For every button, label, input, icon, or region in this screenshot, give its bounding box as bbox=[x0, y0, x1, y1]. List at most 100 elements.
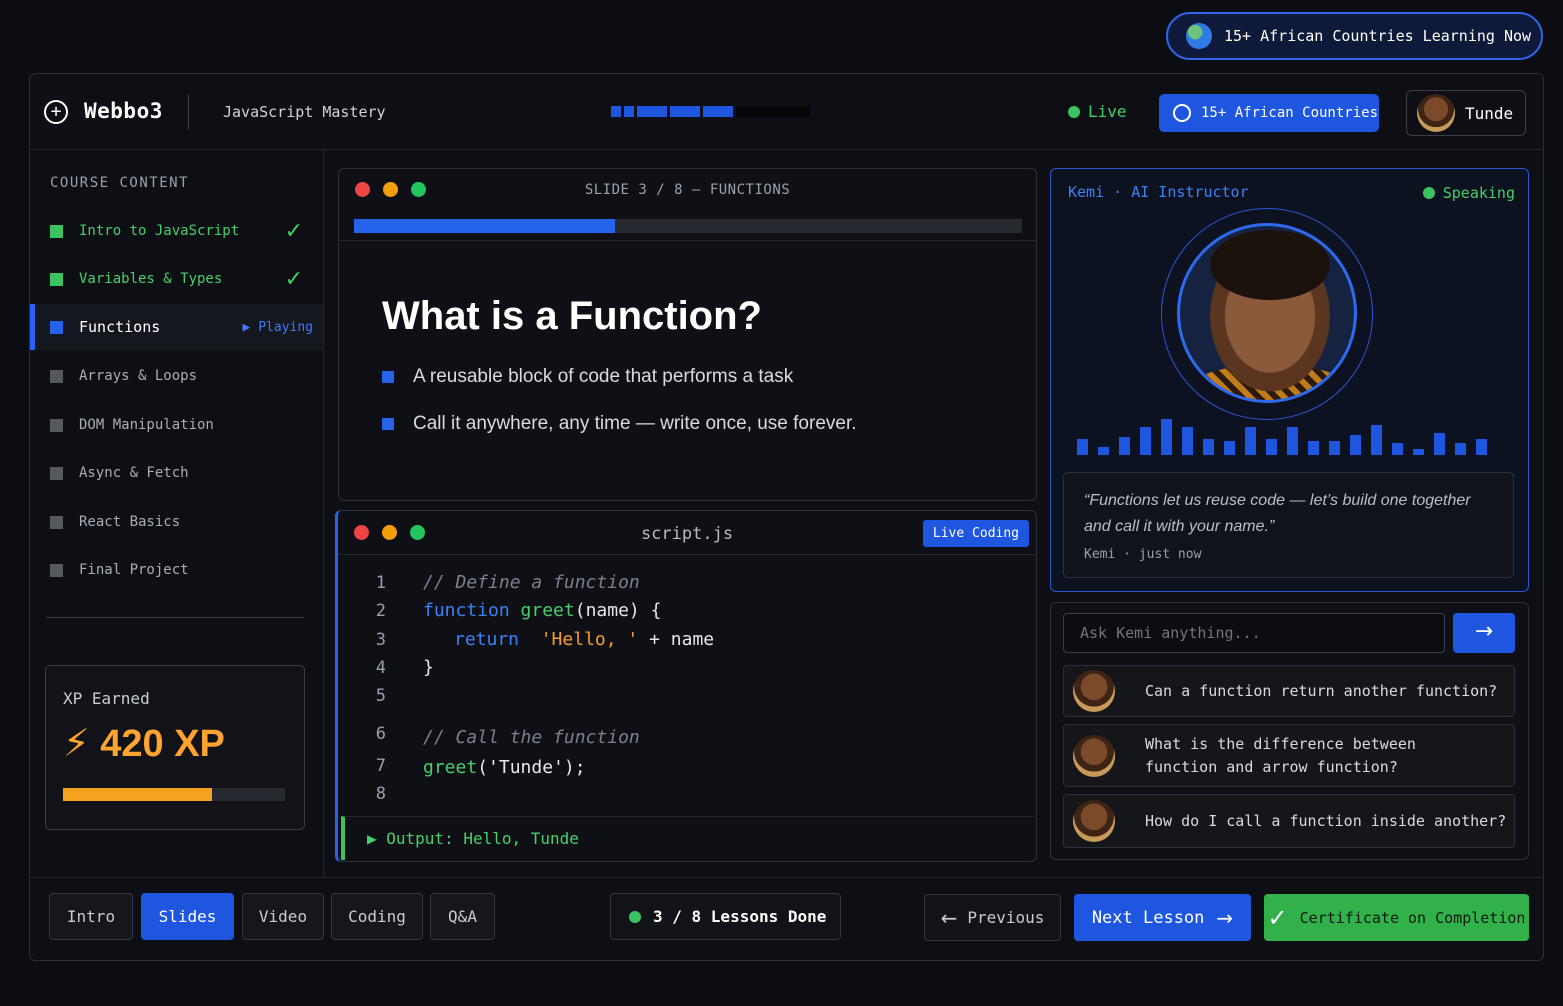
tab-slides[interactable]: Slides bbox=[141, 893, 234, 940]
countries-button-label: 15+ African Countries bbox=[1201, 105, 1379, 121]
sidebar-divider bbox=[46, 617, 304, 618]
suggested-question[interactable]: How do I call a function inside another? bbox=[1063, 794, 1515, 848]
status-dot-icon bbox=[629, 910, 641, 923]
code-line: greet('Tunde'); bbox=[423, 757, 586, 778]
sidebar-item-arrays[interactable]: Arrays & Loops bbox=[30, 353, 323, 399]
sidebar-heading: COURSE CONTENT bbox=[50, 175, 190, 191]
lesson-label: React Basics bbox=[79, 514, 181, 530]
waveform-bar bbox=[1077, 439, 1088, 455]
waveform-bar bbox=[1119, 437, 1130, 455]
countries-learning-label: 15+ African Countries Learning Now bbox=[1224, 27, 1532, 45]
output-text: ▶ Output: Hello, Tunde bbox=[367, 829, 579, 848]
tab-qa[interactable]: Q&A bbox=[430, 893, 495, 940]
code-comment: // Call the function bbox=[423, 727, 640, 748]
question-text: What is the difference between function … bbox=[1145, 734, 1416, 776]
countries-button[interactable]: 15+ African Countries bbox=[1159, 94, 1379, 132]
sidebar-item-intro[interactable]: Intro to JavaScript ✓ bbox=[30, 208, 323, 254]
waveform-bar bbox=[1350, 435, 1361, 455]
question-text: How do I call a function inside another? bbox=[1145, 812, 1507, 830]
lesson-status-square bbox=[50, 563, 63, 577]
checkmark-icon: ✓ bbox=[284, 266, 303, 292]
next-lesson-button[interactable]: Next Lesson → bbox=[1074, 894, 1251, 941]
asker-avatar bbox=[1073, 670, 1115, 712]
line-number: 3 bbox=[375, 630, 386, 650]
quote-meta: Kemi · just now bbox=[1084, 547, 1202, 562]
live-indicator: Live bbox=[1068, 102, 1127, 121]
line-number: 4 bbox=[375, 658, 386, 678]
code-comment: // Define a function bbox=[423, 572, 640, 593]
tab-coding[interactable]: Coding bbox=[331, 893, 423, 940]
user-name: Tunde bbox=[1465, 103, 1514, 123]
checkmark-icon: ✓ bbox=[284, 218, 303, 244]
lesson-status-square bbox=[50, 466, 63, 480]
tab-video[interactable]: Video bbox=[242, 893, 324, 940]
line-number: 6 bbox=[375, 724, 386, 744]
sidebar-item-final[interactable]: Final Project bbox=[30, 547, 323, 593]
brand-name: Webbo3 bbox=[84, 99, 163, 123]
waveform-bar bbox=[1308, 441, 1319, 455]
slide-bullet: A reusable block of code that performs a… bbox=[382, 366, 793, 388]
user-menu-button[interactable]: Tunde bbox=[1406, 90, 1526, 136]
waveform-bar bbox=[1266, 439, 1277, 455]
suggested-question[interactable]: What is the difference between function … bbox=[1063, 724, 1515, 787]
lesson-label: Variables & Types bbox=[79, 271, 223, 287]
previous-button[interactable]: ← Previous bbox=[924, 894, 1061, 941]
slide-counter: SLIDE 3 / 8 — FUNCTIONS bbox=[584, 182, 791, 198]
code-string: 'Hello, ' bbox=[540, 629, 639, 650]
slide-bullet: Call it anywhere, any time — write once,… bbox=[382, 413, 857, 435]
playing-indicator: ▶ Playing bbox=[242, 319, 313, 335]
code-editor[interactable]: script.js Live Coding 1 2 3 4 5 6 7 8 //… bbox=[335, 510, 1037, 862]
code-keyword: function bbox=[423, 600, 510, 621]
xp-value: 420 XP bbox=[100, 723, 225, 765]
instructor-quote: “Functions let us reuse code — let’s bui… bbox=[1063, 472, 1514, 578]
ask-input[interactable] bbox=[1063, 613, 1445, 653]
speaking-dot-icon bbox=[1422, 187, 1435, 199]
suggested-question[interactable]: Can a function return another function? bbox=[1063, 665, 1515, 717]
lightning-icon: ⚡ bbox=[63, 721, 90, 765]
tab-intro[interactable]: Intro bbox=[49, 893, 133, 940]
footer-bar: Intro Slides Video Coding Q&A 3 / 8 Less… bbox=[30, 877, 1543, 962]
course-sidebar: COURSE CONTENT Intro to JavaScript ✓ Var… bbox=[30, 150, 324, 877]
lessons-done-label: 3 / 8 Lessons Done bbox=[653, 907, 827, 926]
progress-segment bbox=[670, 106, 700, 117]
lesson-status-square bbox=[50, 272, 63, 286]
instructor-name: Kemi · AI Instructor bbox=[1068, 183, 1249, 201]
lesson-status-square bbox=[50, 515, 63, 529]
code-text: } bbox=[423, 657, 434, 678]
speaking-label: Speaking bbox=[1442, 184, 1515, 202]
waveform-bar bbox=[1161, 419, 1172, 455]
header: + Webbo3 JavaScript Mastery Live 15+ Afr… bbox=[30, 74, 1543, 150]
voice-waveform bbox=[1077, 411, 1487, 455]
waveform-bar bbox=[1455, 443, 1466, 455]
globe-outline-icon bbox=[1173, 104, 1191, 122]
sidebar-item-dom[interactable]: DOM Manipulation bbox=[30, 402, 323, 448]
asker-avatar bbox=[1073, 800, 1115, 842]
progress-segment bbox=[611, 106, 621, 117]
lesson-status-square bbox=[50, 320, 63, 334]
globe-icon bbox=[1186, 23, 1212, 49]
slide-header: SLIDE 3 / 8 — FUNCTIONS bbox=[339, 169, 1036, 241]
send-button[interactable]: → bbox=[1453, 613, 1515, 653]
live-label: Live bbox=[1088, 102, 1127, 121]
line-number: 2 bbox=[375, 601, 386, 621]
slide-progress-fill bbox=[354, 219, 615, 233]
user-avatar bbox=[1417, 94, 1455, 132]
sidebar-item-async[interactable]: Async & Fetch bbox=[30, 450, 323, 496]
progress-segment-empty bbox=[736, 106, 810, 117]
instructor-avatar-ring bbox=[1161, 208, 1373, 420]
lessons-done-counter: 3 / 8 Lessons Done bbox=[610, 893, 841, 940]
xp-label: XP Earned bbox=[63, 689, 150, 708]
xp-value-row: ⚡ 420 XP bbox=[63, 721, 225, 766]
sidebar-item-functions[interactable]: Functions ▶ Playing bbox=[30, 304, 323, 350]
certificate-button[interactable]: ✓ Certificate on Completion bbox=[1264, 894, 1529, 941]
code-function-name: greet bbox=[520, 600, 575, 621]
bullet-text: Call it anywhere, any time — write once,… bbox=[413, 413, 857, 434]
countries-learning-badge: 15+ African Countries Learning Now bbox=[1166, 12, 1543, 60]
arrow-left-icon: ← bbox=[940, 905, 958, 930]
lesson-status-square bbox=[50, 224, 63, 238]
sidebar-item-variables[interactable]: Variables & Types ✓ bbox=[30, 256, 323, 302]
waveform-bar bbox=[1413, 449, 1424, 455]
code-output: ▶ Output: Hello, Tunde bbox=[341, 816, 1034, 860]
sidebar-item-react[interactable]: React Basics bbox=[30, 499, 323, 545]
xp-card: XP Earned ⚡ 420 XP bbox=[45, 665, 305, 830]
